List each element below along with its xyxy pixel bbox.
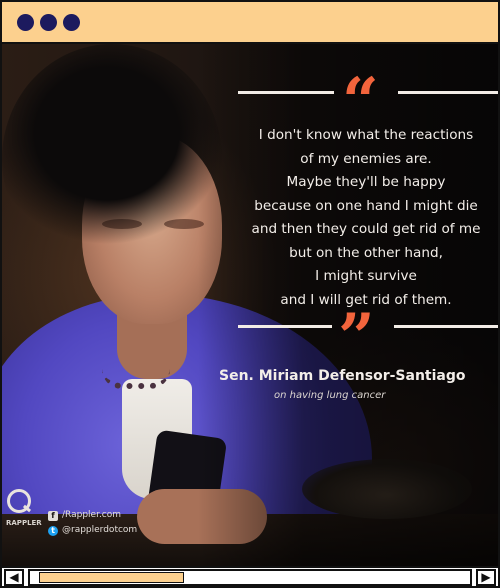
brand-name: RAPPLER — [6, 519, 42, 527]
social-facebook-text: /Rappler.com — [62, 510, 122, 520]
window-dot-2[interactable] — [40, 14, 57, 31]
quote-divider-top-left — [238, 91, 334, 94]
photo-necklace — [102, 369, 170, 389]
scroll-right-button[interactable]: ▶ — [476, 569, 496, 586]
browser-window: “ I don't know what the reactions of my … — [0, 0, 500, 588]
quote-divider-bottom-right — [394, 325, 498, 328]
attribution-name: Sen. Miriam Defensor-Santiago — [219, 368, 466, 384]
facebook-icon: f — [48, 511, 58, 521]
quote-divider-bottom-left — [238, 325, 332, 328]
quote-line: because on one hand I might die — [254, 197, 478, 214]
quote-line: of my enemies are. — [300, 150, 432, 167]
quote-line: but on the other hand, — [289, 244, 443, 261]
quote-text: I don't know what the reactions of my en… — [216, 124, 498, 312]
window-dot-1[interactable] — [17, 14, 34, 31]
scrollbar-thumb[interactable] — [39, 572, 184, 583]
horizontal-scrollbar[interactable]: ◀ ▶ — [2, 566, 498, 586]
close-quote-mark: ” — [338, 300, 375, 375]
image-viewport: “ I don't know what the reactions of my … — [2, 44, 498, 566]
scroll-left-button[interactable]: ◀ — [4, 569, 24, 586]
social-twitter-text: @rapplerdotcom — [62, 525, 138, 535]
quote-line: and then they could get rid of me — [251, 221, 481, 237]
scrollbar-track[interactable] — [28, 569, 472, 586]
quote-divider-top-right — [398, 91, 498, 94]
quote-line: Maybe they'll be happy — [286, 174, 446, 190]
social-facebook: f/Rappler.com — [48, 510, 121, 521]
social-twitter: t @rapplerdotcom — [48, 525, 137, 536]
twitter-icon: t — [48, 526, 58, 536]
rappler-logo-icon — [7, 489, 31, 513]
quote-line: I don't know what the reactions — [258, 127, 474, 143]
title-bar — [2, 2, 498, 44]
window-dot-3[interactable] — [63, 14, 80, 31]
photo-hair — [2, 44, 222, 274]
quote-line: I might survive — [315, 268, 417, 284]
attribution-subtitle: on having lung cancer — [274, 390, 386, 401]
